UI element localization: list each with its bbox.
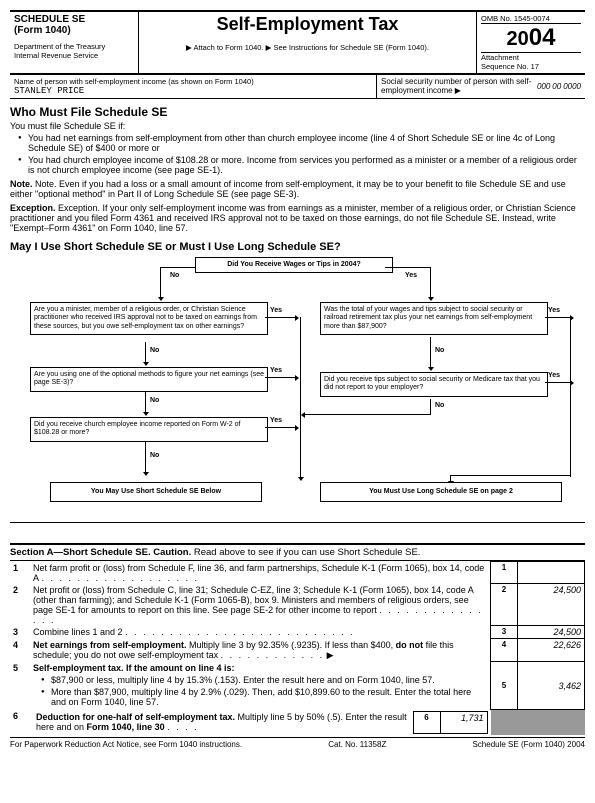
footer: For Paperwork Reduction Act Notice, see … [10, 737, 585, 749]
line4-text: Net earnings from self-employment. Multi… [30, 639, 491, 662]
who-bullet-2: You had church employee income of $108.2… [18, 155, 585, 175]
name-label: Name of person with self-employment inco… [14, 77, 372, 86]
irs: Internal Revenue Service [14, 51, 134, 60]
line5-value: 3,462 [518, 662, 585, 710]
line6-text: Deduction for one-half of self-employmen… [30, 710, 491, 735]
who-exception: Exception. Exception. If your only self-… [10, 203, 585, 233]
line5-text: Self-employment tax. If the amount on li… [30, 662, 491, 710]
flow-top: Did You Receive Wages or Tips in 2004? [195, 257, 393, 273]
choose-title: May I Use Short Schedule SE or Must I Us… [10, 241, 585, 253]
line2-text: Net profit or (loss) from Schedule C, li… [30, 584, 491, 626]
footer-mid: Cat. No. 11358Z [328, 740, 386, 749]
footer-right: Schedule SE (Form 1040) 2004 [472, 740, 585, 749]
who-intro: You must file Schedule SE if: [10, 121, 585, 131]
line2-value: 24,500 [518, 584, 585, 626]
header-right: OMB No. 1545-0074 2004 Attachment Sequen… [477, 12, 585, 73]
line1-text: Net farm profit or (loss) from Schedule … [30, 562, 491, 584]
seq-label: Attachment [481, 53, 581, 62]
name-value: STANLEY PRICE [14, 86, 372, 96]
flow-l2: Are you using one of the optional method… [30, 367, 268, 392]
flow-short: You May Use Short Schedule SE Below [50, 482, 262, 502]
header-left: SCHEDULE SE (Form 1040) Department of th… [10, 12, 139, 73]
ssn-value: 000 00 0000 [537, 77, 581, 96]
form-title: Self-Employment Tax [143, 14, 472, 35]
omb: OMB No. 1545-0074 [481, 14, 581, 24]
line3-text: Combine lines 1 and 2 . . . . . . . . . … [30, 626, 491, 639]
line6-value: 1,731 [440, 711, 487, 733]
ssn-label: Social security number of person with se… [381, 77, 537, 96]
schedule-label: SCHEDULE SE [14, 14, 134, 25]
flow-l1: Are you a minister, member of a religiou… [30, 302, 268, 335]
dept: Department of the Treasury [14, 42, 134, 51]
footer-left: For Paperwork Reduction Act Notice, see … [10, 740, 242, 749]
name-field: Name of person with self-employment inco… [10, 75, 377, 98]
who-bullet-1: You had net earnings from self-employmen… [18, 133, 585, 153]
header-mid: Self-Employment Tax ▶ Attach to Form 104… [139, 12, 477, 73]
line4-value: 22,626 [518, 639, 585, 662]
flow-r1: Was the total of your wages and tips sub… [320, 302, 548, 335]
line1-value [518, 562, 585, 584]
who-title: Who Must File Schedule SE [10, 105, 585, 119]
form-header: SCHEDULE SE (Form 1040) Department of th… [10, 10, 585, 75]
flow-r2: Did you receive tips subject to social s… [320, 372, 548, 397]
section-a-bar: Section A—Short Schedule SE. Caution. Re… [10, 543, 585, 561]
name-row: Name of person with self-employment inco… [10, 75, 585, 99]
seq-no: Sequence No. 17 [481, 62, 581, 71]
tax-year: 2004 [481, 24, 581, 53]
who-note: Note. Note. Even if you had a loss or a … [10, 179, 585, 199]
form-label: (Form 1040) [14, 25, 134, 36]
calc-table: 1 Net farm profit or (loss) from Schedul… [10, 561, 585, 735]
flow-long: You Must Use Long Schedule SE on page 2 [320, 482, 562, 502]
flow-l3: Did you receive church employee income r… [30, 417, 268, 442]
attach-note: ▶ Attach to Form 1040. ▶ See Instruction… [143, 43, 472, 52]
line3-value: 24,500 [518, 626, 585, 639]
flowchart: Did You Receive Wages or Tips in 2004? N… [10, 257, 585, 537]
ssn-field: Social security number of person with se… [377, 75, 585, 98]
